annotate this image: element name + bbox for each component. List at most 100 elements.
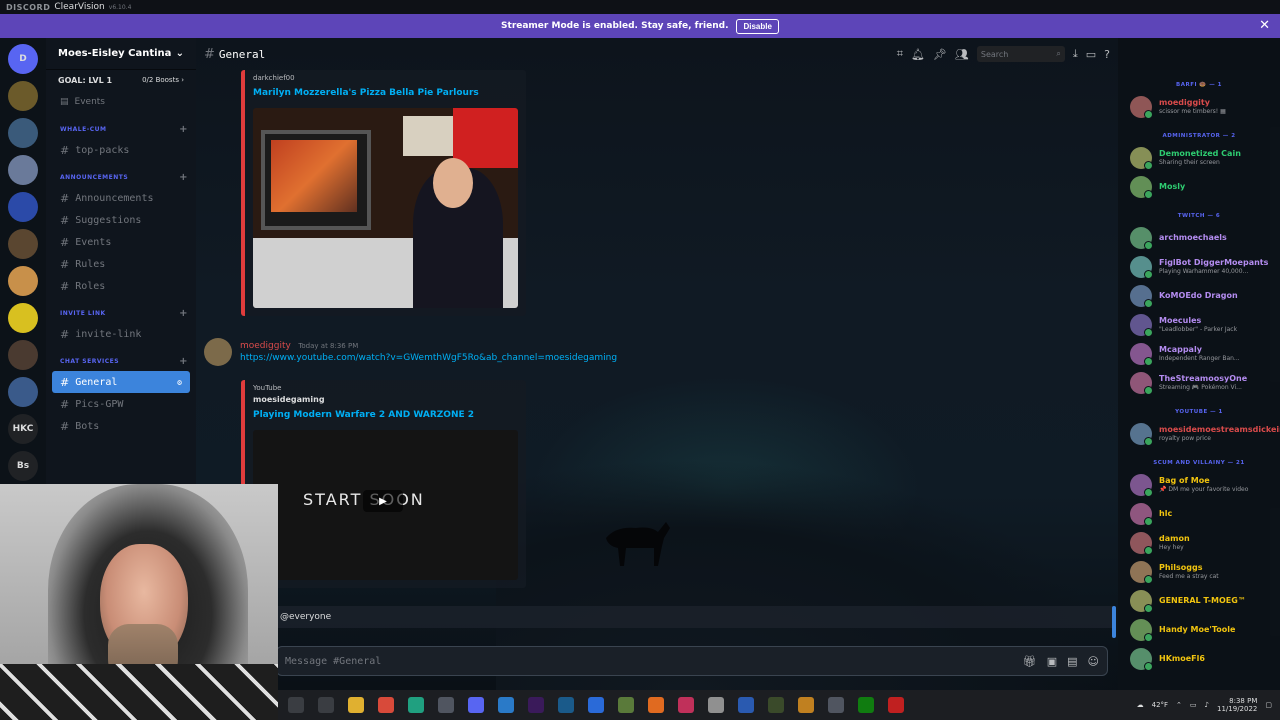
- channel-item[interactable]: # Rules: [46, 253, 196, 275]
- server-icon[interactable]: HKC: [8, 414, 38, 444]
- threads-icon[interactable]: ⌗: [897, 47, 903, 61]
- channel-item[interactable]: # Suggestions: [46, 209, 196, 231]
- add-channel-icon[interactable]: +: [179, 308, 188, 319]
- app-icon[interactable]: [678, 697, 694, 713]
- member-item[interactable]: Mcappaly Independent Ranger Ban...: [1118, 339, 1280, 368]
- message-author[interactable]: moediggity: [240, 341, 291, 351]
- inbox-icon[interactable]: ▭: [1086, 48, 1096, 61]
- channel-item[interactable]: # Bots: [46, 415, 196, 437]
- app-icon[interactable]: [558, 697, 574, 713]
- member-item[interactable]: moediggity scissor me timbers! ▦: [1118, 92, 1280, 121]
- server-icon[interactable]: [8, 155, 38, 185]
- member-item[interactable]: moesidemoestreamsdickeinsinroyalty pow p…: [1118, 419, 1280, 448]
- video-thumbnail[interactable]: START SOON ▶: [253, 430, 518, 580]
- member-item[interactable]: Handy Moe'Toole: [1118, 615, 1280, 644]
- channel-category[interactable]: ANNOUNCEMENTS +: [46, 167, 196, 187]
- member-item[interactable]: Philsoggs Feed me a stray cat: [1118, 557, 1280, 586]
- add-channel-icon[interactable]: +: [179, 356, 188, 367]
- channel-category[interactable]: WHALE-CUM +: [46, 119, 196, 139]
- server-icon[interactable]: [8, 81, 38, 111]
- app-icon[interactable]: [798, 697, 814, 713]
- server-icon[interactable]: [8, 303, 38, 333]
- member-item[interactable]: HKmoeFl6: [1118, 644, 1280, 673]
- member-item[interactable]: KoMOEdo Dragon: [1118, 281, 1280, 310]
- emoji-icon[interactable]: ☺: [1088, 655, 1099, 668]
- weather-icon[interactable]: ☁: [1137, 701, 1144, 709]
- file-explorer-icon[interactable]: [348, 697, 364, 713]
- sticker-icon[interactable]: ▤: [1067, 655, 1077, 668]
- server-icon[interactable]: [8, 377, 38, 407]
- channel-item[interactable]: # General ⚙: [52, 371, 190, 393]
- discord-logo-icon[interactable]: D: [8, 44, 38, 74]
- app-icon[interactable]: [408, 697, 424, 713]
- app-icon[interactable]: [828, 697, 844, 713]
- clock[interactable]: 8:38 PM 11/19/2022: [1217, 697, 1257, 714]
- task-view-icon[interactable]: [318, 697, 334, 713]
- channel-item[interactable]: # Pics-GPW: [46, 393, 196, 415]
- premiere-icon[interactable]: [528, 697, 544, 713]
- disable-streamer-mode-button[interactable]: Disable: [736, 18, 779, 34]
- xbox-icon[interactable]: [858, 697, 874, 713]
- channel-category[interactable]: CHAT SERVICES +: [46, 351, 196, 371]
- server-icon[interactable]: [8, 340, 38, 370]
- bell-icon[interactable]: 🔔︎: [911, 48, 925, 61]
- play-icon[interactable]: ▶: [363, 490, 403, 512]
- member-item[interactable]: Moecules "Leadlobber" - Parker Jack: [1118, 310, 1280, 339]
- embed-author[interactable]: moesidegaming: [245, 392, 526, 404]
- close-icon[interactable]: ✕: [1259, 18, 1270, 33]
- channel-item[interactable]: # invite-link: [46, 323, 196, 345]
- member-item[interactable]: Mosly: [1118, 172, 1280, 201]
- server-icon[interactable]: [8, 229, 38, 259]
- boost-goal[interactable]: GOAL: LVL 1 0/2 Boosts ›: [46, 70, 196, 91]
- server-icon[interactable]: Bs: [8, 451, 38, 481]
- app-icon[interactable]: [438, 697, 454, 713]
- server-icon[interactable]: [8, 118, 38, 148]
- embed-title-link[interactable]: Playing Modern Warfare 2 AND WARZONE 2: [245, 404, 526, 426]
- app-icon[interactable]: [708, 697, 724, 713]
- folder-icon[interactable]: [8, 192, 38, 222]
- help-icon[interactable]: ?: [1104, 48, 1110, 61]
- channel-item[interactable]: # Roles: [46, 275, 196, 297]
- pin-icon[interactable]: 📌︎: [933, 48, 947, 61]
- member-item[interactable]: damon Hey hey: [1118, 528, 1280, 557]
- app-icon[interactable]: [588, 697, 604, 713]
- scrollbar[interactable]: [1112, 606, 1116, 638]
- members-icon[interactable]: 👥︎: [955, 48, 969, 61]
- embed-title-link[interactable]: Marilyn Mozzerella's Pizza Bella Pie Par…: [245, 82, 526, 104]
- app-icon[interactable]: [498, 697, 514, 713]
- app-icon[interactable]: [768, 697, 784, 713]
- avatar[interactable]: [204, 338, 232, 366]
- message-input[interactable]: Message #General 🎁︎ ▣ ▤ ☺: [276, 646, 1108, 676]
- app-icon[interactable]: [738, 697, 754, 713]
- member-item[interactable]: FiglBot DiggerMoepants Playing Warhammer …: [1118, 252, 1280, 281]
- channel-item[interactable]: # top-packs: [46, 139, 196, 161]
- channel-item[interactable]: # Events: [46, 231, 196, 253]
- discord-icon[interactable]: [468, 697, 484, 713]
- member-item[interactable]: Bag of Moe 📌 DM me your favorite video: [1118, 470, 1280, 499]
- server-icon[interactable]: [8, 266, 38, 296]
- member-item[interactable]: GENERAL T-MOEG™: [1118, 586, 1280, 615]
- chrome-icon[interactable]: [378, 697, 394, 713]
- add-channel-icon[interactable]: +: [179, 124, 188, 135]
- member-item[interactable]: TheStreamoosyOne Streaming 🎮 Pokémon Vi..…: [1118, 368, 1280, 397]
- gif-icon[interactable]: ▣: [1047, 655, 1057, 668]
- network-icon[interactable]: ▭: [1190, 701, 1197, 709]
- add-channel-icon[interactable]: +: [179, 172, 188, 183]
- events-item[interactable]: ▤ Events: [46, 91, 196, 113]
- embed-image[interactable]: [253, 108, 518, 308]
- search-input[interactable]: Search ⌕: [976, 46, 1065, 62]
- message-link[interactable]: https://www.youtube.com/watch?v=GWemthWg…: [240, 353, 617, 363]
- app-icon[interactable]: [888, 697, 904, 713]
- app-icon[interactable]: [648, 697, 664, 713]
- search-icon[interactable]: [288, 697, 304, 713]
- member-item[interactable]: archmoechaels: [1118, 223, 1280, 252]
- member-item[interactable]: Demonetized Cain Sharing their screen: [1118, 143, 1280, 172]
- member-item[interactable]: hlc: [1118, 499, 1280, 528]
- server-header[interactable]: Moes-Eisley Cantina ⌄: [46, 38, 196, 70]
- app-icon[interactable]: [618, 697, 634, 713]
- download-icon[interactable]: ⤓: [1073, 47, 1078, 61]
- gift-icon[interactable]: 🎁︎: [1023, 655, 1037, 668]
- channel-category[interactable]: INVITE LINK +: [46, 303, 196, 323]
- notifications-icon[interactable]: ▢: [1265, 701, 1272, 709]
- volume-icon[interactable]: ♪: [1205, 701, 1209, 709]
